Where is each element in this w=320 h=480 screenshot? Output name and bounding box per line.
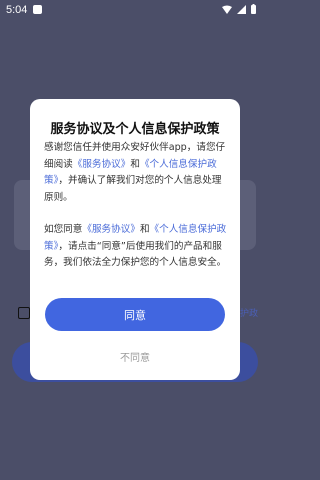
dialog-text: 和 bbox=[139, 224, 150, 235]
service-agreement-link[interactable]: 《服务协议》 bbox=[73, 159, 131, 170]
agreement-checkbox bbox=[18, 307, 30, 319]
disagree-button[interactable]: 不同意 bbox=[45, 345, 225, 367]
signal-icon bbox=[237, 4, 246, 14]
dialog-text: 和 bbox=[130, 158, 140, 170]
service-agreement-link[interactable]: 《服务协议》 bbox=[82, 224, 140, 235]
notification-icon bbox=[33, 5, 42, 14]
background-agreement-link: 护政 bbox=[240, 309, 259, 319]
dialog-title: 服务协议及个人信息保护政策 bbox=[50, 122, 220, 137]
dialog-text: ，请点击“同意”后使用我们的产品和服务，我们依法全力保护您的个人信息安全。 bbox=[44, 240, 227, 269]
agree-button[interactable]: 同意 bbox=[45, 298, 225, 331]
status-bar: 5:04 bbox=[0, 0, 270, 20]
dialog-text: 如您同意 bbox=[44, 224, 83, 235]
wifi-icon bbox=[222, 5, 232, 14]
dialog-text: ，并确认了解我们对您的个人信息处理原则。 bbox=[44, 175, 222, 203]
dialog-paragraph-1: 感谢您信任并使用众安好伙伴app，请您仔细阅读《服务协议》和《个人信息保护政策》… bbox=[44, 140, 228, 206]
status-icons bbox=[222, 4, 256, 14]
dialog-paragraph-2: 如您同意《服务协议》和《个人信息保护政策》，请点击“同意”后使用我们的产品和服务… bbox=[44, 222, 228, 272]
battery-icon bbox=[251, 4, 256, 14]
dialog-body: 感谢您信任并使用众安好伙伴app，请您仔细阅读《服务协议》和《个人信息保护政策》… bbox=[44, 140, 228, 272]
status-time: 5:04 bbox=[6, 4, 28, 16]
privacy-dialog: 服务协议及个人信息保护政策 感谢您信任并使用众安好伙伴app，请您仔细阅读《服务… bbox=[30, 99, 240, 380]
